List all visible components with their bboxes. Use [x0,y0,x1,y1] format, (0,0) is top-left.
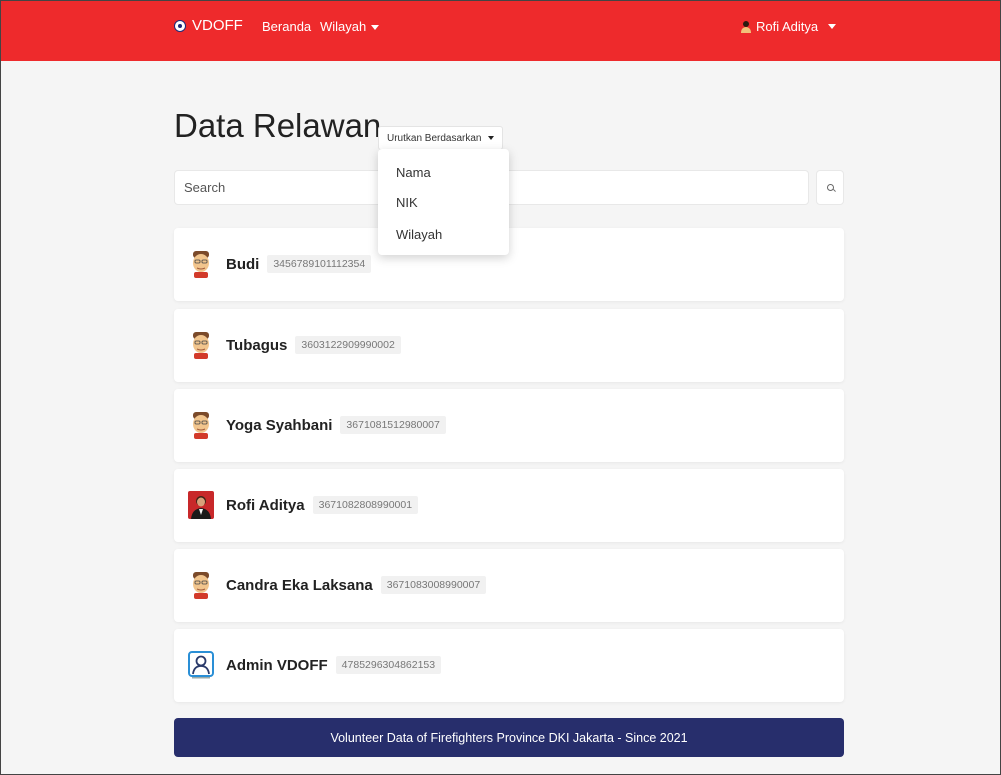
sort-option-wilayah[interactable]: Wilayah [396,227,442,242]
sort-option-nik[interactable]: NIK [396,195,418,210]
volunteer-name: Admin VDOFF [226,657,328,674]
brand-name: VDOFF [192,17,243,34]
nik-badge: 3671083008990007 [380,576,487,595]
cartoon-face-icon [193,572,209,599]
search-icon [826,184,834,191]
user-name: Rofi Aditya [756,19,819,34]
nik-badge: 3456789101112354 [267,255,372,274]
sort-dropdown-button[interactable]: Urutkan Berdasarkan [378,126,503,150]
cartoon-face-icon [193,412,209,439]
page-title: Data Relawan [174,107,382,144]
volunteer-card[interactable]: Budi 3456789101112354 [174,228,844,301]
user-icon [741,20,751,33]
brand-link[interactable]: VDOFF [174,17,243,34]
sort-option-nama[interactable]: Nama [396,165,431,180]
chevron-down-icon [487,136,494,140]
cartoon-face-icon [193,332,209,359]
volunteer-name: Rofi Aditya [226,497,305,514]
volunteer-name-row: Budi 3456789101112354 [226,255,372,274]
volunteer-name-row: Yoga Syahbani 3671081512980007 [226,416,446,435]
logo-icon [174,19,186,32]
cartoon-face-icon [193,251,209,278]
photo-portrait-icon [188,491,214,519]
nav-region-label: Wilayah [320,19,367,34]
nik-badge: 3671082808990001 [312,496,419,515]
app-window: VDOFF Beranda Wilayah Rofi Aditya Data R… [0,0,1001,775]
volunteer-name-row: Candra Eka Laksana 3671083008990007 [226,576,487,595]
volunteer-name: Budi [226,256,260,273]
volunteer-card[interactable]: Yoga Syahbani 3671081512980007 [174,389,844,462]
nav-region-dropdown[interactable]: Wilayah [320,19,380,34]
volunteer-card[interactable]: Tubagus 3603122909990002 [174,309,844,382]
chevron-down-icon [371,25,380,31]
sort-label: Urutkan Berdasarkan [387,132,482,144]
footer: Volunteer Data of Firefighters Province … [174,718,844,757]
volunteer-name-row: Tubagus 3603122909990002 [226,336,401,355]
volunteer-name: Yoga Syahbani [226,417,333,434]
volunteer-name-row: Admin VDOFF 4785296304862153 [226,656,442,675]
nik-badge: 3671081512980007 [340,416,446,435]
volunteer-card[interactable]: Candra Eka Laksana 3671083008990007 [174,549,844,622]
nik-badge: 3603122909990002 [295,336,401,355]
footer-text: Volunteer Data of Firefighters Province … [330,730,688,745]
chevron-down-icon [828,24,837,29]
volunteer-card[interactable]: Rofi Aditya 3671082808990001 [174,469,844,542]
person-outline-icon [188,651,214,679]
nik-badge: 4785296304862153 [335,656,442,675]
volunteer-name-row: Rofi Aditya 3671082808990001 [226,496,419,515]
sort-dropdown-menu: Nama NIK Wilayah [378,149,509,255]
volunteer-card[interactable]: Admin VDOFF 4785296304862153 [174,629,844,702]
navbar: VDOFF Beranda Wilayah Rofi Aditya [1,1,1000,61]
search-button[interactable] [816,170,844,205]
nav-home-link[interactable]: Beranda [262,19,311,34]
volunteer-name: Tubagus [226,337,288,354]
user-menu-dropdown[interactable]: Rofi Aditya [741,19,837,34]
volunteer-name: Candra Eka Laksana [226,577,373,594]
